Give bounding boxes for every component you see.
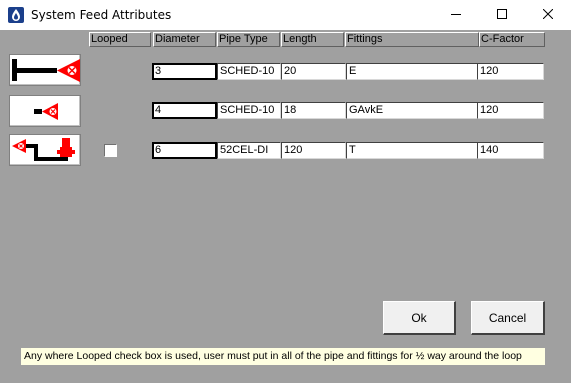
fittings-cell[interactable]: T (346, 142, 478, 159)
fittings-cell[interactable]: GAvkE (346, 102, 478, 119)
header-c-factor: C-Factor (479, 32, 545, 47)
header-length: Length (281, 32, 344, 47)
close-button[interactable] (525, 0, 571, 30)
minimize-button[interactable] (433, 0, 479, 30)
pipe-type-cell[interactable]: SCHED-10 (217, 102, 281, 119)
looped-checkbox[interactable] (104, 144, 117, 157)
header-diameter: Diameter (153, 32, 216, 47)
fittings-cell[interactable]: E (346, 63, 478, 80)
diameter-cell[interactable]: 4 (152, 102, 217, 119)
header-fittings: Fittings (345, 32, 479, 47)
header-looped: Looped (89, 32, 151, 47)
diameter-cell[interactable]: 3 (152, 63, 217, 80)
valve-feed-icon[interactable] (9, 95, 81, 127)
length-cell[interactable]: 20 (281, 63, 346, 80)
pipe-type-cell[interactable]: SCHED-10 (217, 63, 281, 80)
maximize-icon (497, 8, 507, 22)
header-pipe-type: Pipe Type (217, 32, 280, 47)
c-factor-cell[interactable]: 120 (477, 102, 544, 119)
cancel-button[interactable]: Cancel (471, 301, 545, 335)
hydrant-feed-icon[interactable] (9, 134, 81, 166)
app-logo-icon (8, 7, 24, 23)
diameter-cell[interactable]: 6 (152, 142, 217, 159)
minimize-icon (451, 9, 461, 22)
looped-note: Any where Looped check box is used, user… (21, 348, 545, 365)
length-cell[interactable]: 120 (281, 142, 346, 159)
maximize-button[interactable] (479, 0, 525, 30)
c-factor-cell[interactable]: 140 (477, 142, 544, 159)
close-icon (542, 8, 554, 22)
c-factor-cell[interactable]: 120 (477, 63, 544, 80)
length-cell[interactable]: 18 (281, 102, 346, 119)
title-bar[interactable]: System Feed Attributes (0, 0, 571, 30)
pipe-type-cell[interactable]: 52CEL-DI (217, 142, 281, 159)
window-title: System Feed Attributes (31, 8, 172, 22)
tee-feed-icon[interactable] (9, 54, 81, 86)
ok-button[interactable]: Ok (383, 301, 456, 335)
